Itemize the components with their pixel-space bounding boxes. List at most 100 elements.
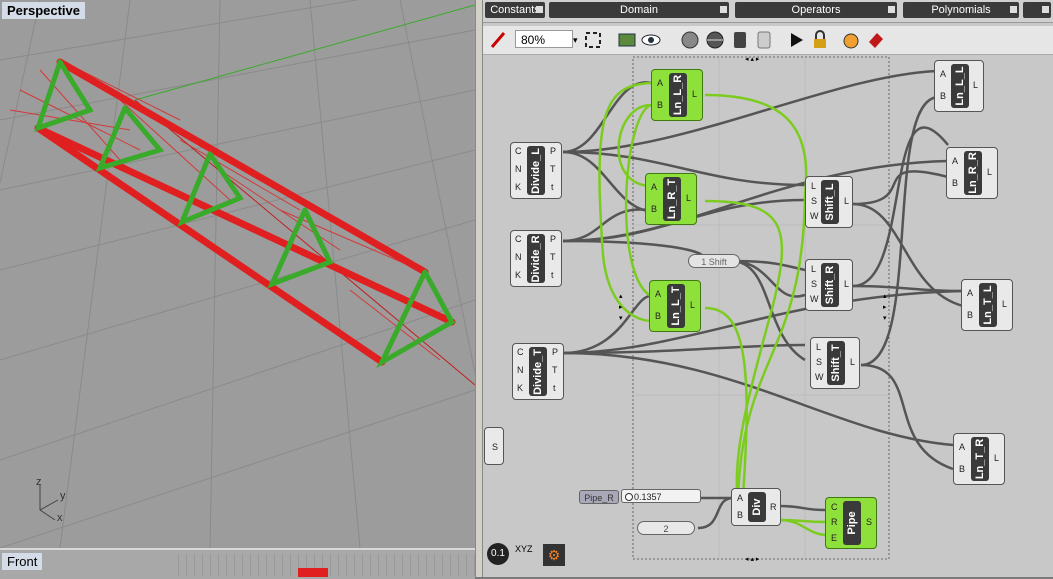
zoom-extents-icon[interactable] [583,30,603,50]
input-port[interactable]: B [737,510,743,520]
shift-number-slider[interactable]: 1 Shift [688,254,740,268]
preview-selected-icon[interactable] [755,30,773,50]
partial-component[interactable]: S [484,427,504,465]
eye-icon[interactable] [640,30,662,50]
input-port[interactable]: K [515,182,521,192]
input-port[interactable]: A [967,288,973,298]
xyz-icon[interactable]: XYZ [515,544,537,566]
group-top-handles[interactable]: ◂ ▴ ▸ [745,55,775,63]
output-port[interactable]: L [850,357,855,367]
input-port[interactable]: A [952,156,958,166]
tab-operators[interactable]: Operators [735,2,897,18]
shift-t-component[interactable]: Shift_T L S W L [810,337,860,389]
tab-polynomials[interactable]: Polynomials [903,2,1019,18]
output-port[interactable]: t [551,182,554,192]
output-port[interactable]: L [692,89,697,99]
zoom-input[interactable]: 80% [515,30,573,48]
group-bottom-handles[interactable]: ◂ ▴ ▸ [745,555,775,563]
input-port[interactable]: B [952,178,958,188]
slider-grip-icon[interactable] [625,493,633,501]
front-viewport-title[interactable]: Front [2,553,43,570]
input-port[interactable]: B [651,204,657,214]
bake-icon[interactable] [841,30,861,50]
divide-l-component[interactable]: Divide_L C N K P T t [510,142,562,199]
nodes-icon[interactable]: ⚙ [543,544,565,566]
output-port[interactable]: L [987,167,992,177]
ln-r-r-component[interactable]: Ln_R_R A B L [946,147,998,199]
version-badge-icon[interactable]: 0.1 [487,543,509,565]
output-port[interactable]: L [844,279,849,289]
shift-l-component[interactable]: Shift_L L S W L [805,176,853,228]
input-port[interactable]: A [655,289,661,299]
input-port[interactable]: A [940,69,946,79]
input-port[interactable]: C [515,234,522,244]
bake-selected-icon[interactable] [865,30,887,50]
output-port[interactable]: T [552,365,558,375]
input-port[interactable]: K [515,270,521,280]
tab-more[interactable] [1023,2,1051,18]
output-port[interactable]: L [690,300,695,310]
output-port[interactable]: L [844,196,849,206]
input-port[interactable]: S [811,279,817,289]
input-port[interactable]: C [831,502,838,512]
ln-l-t-component[interactable]: Ln_L_T A B L [649,280,701,332]
input-port[interactable]: C [515,146,522,156]
ln-t-r-component[interactable]: Ln_T_R A B L [953,433,1005,485]
input-port[interactable]: N [517,365,524,375]
input-port[interactable]: W [810,211,819,221]
play-icon[interactable] [787,30,805,50]
output-port[interactable]: P [550,146,556,156]
window-splitter[interactable] [475,0,483,577]
ln-l-r-component[interactable]: Ln_L_R A B L [651,69,703,121]
output-port[interactable]: T [550,252,556,262]
input-port[interactable]: B [655,311,661,321]
preview-shaded-icon[interactable] [731,30,749,50]
input-port[interactable]: A [657,78,663,88]
divide-t-component[interactable]: Divide_T C N K P T t [512,343,564,400]
zoomable-output-handles[interactable]: ▴ ▸ ▾ [883,291,905,327]
output-port[interactable]: R [770,502,777,512]
divide-r-component[interactable]: Divide_R C N K P T t [510,230,562,287]
ln-r-t-component[interactable]: Ln_R_T A B L [645,173,697,225]
input-port[interactable]: W [815,372,824,382]
input-port[interactable]: K [517,383,523,393]
front-viewport[interactable]: Front [0,548,475,579]
output-port[interactable]: S [866,517,872,527]
ln-t-l-component[interactable]: Ln_T_L A B L [961,279,1013,331]
output-port[interactable]: L [994,453,999,463]
output-port[interactable]: L [686,193,691,203]
input-port[interactable]: N [515,164,522,174]
shift-r-component[interactable]: Shift_R L S W L [805,259,853,311]
output-port[interactable]: t [551,270,554,280]
output-port[interactable]: T [550,164,556,174]
div-value-param[interactable]: 2 [637,521,695,535]
chevron-down-icon[interactable]: ▾ [573,30,581,50]
div-component[interactable]: Div A B R [731,488,781,526]
input-port[interactable]: S [811,196,817,206]
input-port[interactable]: S [816,357,822,367]
tab-domain[interactable]: Domain [549,2,729,18]
input-port[interactable]: A [959,442,965,452]
output-port[interactable]: L [1002,299,1007,309]
input-port[interactable]: L [811,181,816,191]
output-port[interactable]: P [550,234,556,244]
output-port[interactable]: L [973,80,978,90]
input-port[interactable]: W [810,294,819,304]
pipe-r-slider[interactable]: 0.1357 [621,489,701,503]
ln-l-l-component[interactable]: Ln_L_L A B L [934,60,984,112]
zoomable-input-handles[interactable]: ▴ ▸ ▾ [619,291,641,327]
input-port[interactable]: E [831,533,837,543]
input-port[interactable]: B [940,91,946,101]
output-port[interactable]: P [552,347,558,357]
tab-constants[interactable]: Constants [485,2,545,18]
input-port[interactable]: A [651,182,657,192]
input-port[interactable]: C [517,347,524,357]
input-port[interactable]: A [737,493,743,503]
output-port[interactable]: S [492,442,498,452]
input-port[interactable]: B [959,464,965,474]
input-port[interactable]: R [831,517,838,527]
grasshopper-canvas[interactable]: Divide_L C N K P T t Divide_R C N K P T … [483,55,1053,577]
output-port[interactable]: t [553,383,556,393]
input-port[interactable]: L [816,342,821,352]
preview-off-icon[interactable] [680,30,700,50]
